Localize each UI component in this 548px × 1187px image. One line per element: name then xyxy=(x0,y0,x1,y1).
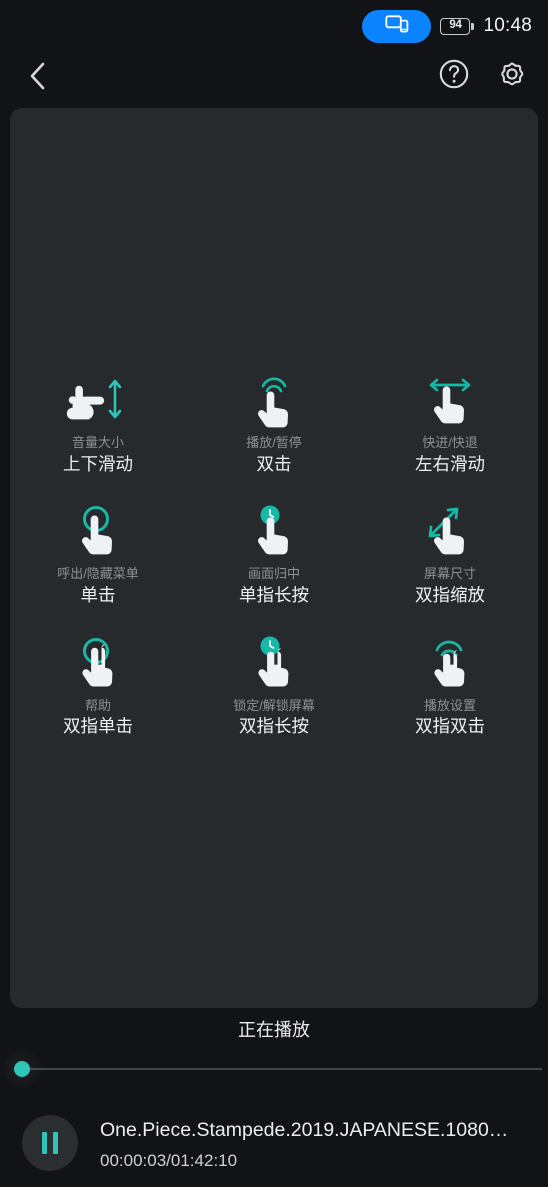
pause-bar-left xyxy=(42,1132,47,1154)
gesture-function-label: 画面归中 xyxy=(248,566,300,583)
gesture-item: 屏幕尺寸 双指缩放 xyxy=(362,501,538,608)
battery-cap xyxy=(471,23,474,30)
track-metadata: One.Piece.Stampede.2019.JAPANESE.1080… 0… xyxy=(100,1116,530,1174)
back-button[interactable] xyxy=(18,58,58,98)
pause-bar-right xyxy=(53,1132,58,1154)
gesture-action-label: 双指缩放 xyxy=(415,583,485,608)
gesture-action-label: 单指长按 xyxy=(239,583,309,608)
pause-icon xyxy=(42,1132,58,1154)
gesture-action-label: 双指双击 xyxy=(415,714,485,739)
gesture-item: 音量大小 上下滑动 xyxy=(10,370,186,477)
gesture-action-label: 双击 xyxy=(257,452,292,477)
status-bar-clock: 10:48 xyxy=(483,15,532,37)
gesture-function-label: 呼出/隐藏菜单 xyxy=(57,566,139,583)
gesture-item: 呼出/隐藏菜单 单击 xyxy=(10,501,186,608)
swipe-vertical-hand-icon xyxy=(61,370,135,432)
seek-track[interactable] xyxy=(22,1068,542,1070)
gesture-function-label: 音量大小 xyxy=(72,435,124,452)
gesture-item: 帮助 双指单击 xyxy=(10,633,186,740)
gesture-action-label: 上下滑动 xyxy=(63,452,133,477)
battery-level-text: 94 xyxy=(449,20,461,32)
top-nav-bar xyxy=(0,52,548,104)
two-finger-tap-hand-icon xyxy=(61,633,135,695)
help-button[interactable] xyxy=(434,56,474,96)
swipe-horizontal-hand-icon xyxy=(413,370,487,432)
settings-button[interactable] xyxy=(492,56,532,96)
battery-body: 94 xyxy=(440,18,470,35)
gesture-item: 锁定/解锁屏幕 双指长按 xyxy=(186,633,362,740)
gesture-action-label: 双指长按 xyxy=(239,714,309,739)
double-tap-hand-icon xyxy=(237,370,311,432)
nav-actions xyxy=(434,56,532,96)
gesture-function-label: 帮助 xyxy=(85,698,111,715)
gesture-function-label: 锁定/解锁屏幕 xyxy=(233,698,315,715)
battery-indicator: 94 xyxy=(440,18,474,35)
gesture-function-label: 屏幕尺寸 xyxy=(424,566,476,583)
player-bar: One.Piece.Stampede.2019.JAPANESE.1080… 0… xyxy=(0,1106,548,1187)
two-finger-long-press-hand-icon xyxy=(237,633,311,695)
back-chevron-icon xyxy=(27,60,49,97)
gesture-action-label: 双指单击 xyxy=(63,714,133,739)
gesture-function-label: 播放设置 xyxy=(424,698,476,715)
track-time: 00:00:03/01:42:10 xyxy=(100,1147,530,1174)
single-tap-hand-icon xyxy=(61,501,135,563)
gesture-grid: 音量大小 上下滑动 播放/暂停 双击 xyxy=(10,370,538,740)
gesture-function-label: 快进/快退 xyxy=(422,435,478,452)
track-title: One.Piece.Stampede.2019.JAPANESE.1080… xyxy=(100,1116,530,1145)
help-circle-icon xyxy=(438,58,470,95)
pinch-zoom-hand-icon xyxy=(413,501,487,563)
pause-button[interactable] xyxy=(22,1115,78,1171)
gesture-action-label: 左右滑动 xyxy=(415,452,485,477)
long-press-hand-icon xyxy=(237,501,311,563)
gesture-item: 快进/快退 左右滑动 xyxy=(362,370,538,477)
status-bar: 94 10:48 xyxy=(0,0,548,52)
now-playing-label: 正在播放 xyxy=(0,1016,548,1042)
gear-icon xyxy=(495,57,529,96)
seek-thumb[interactable] xyxy=(14,1061,30,1077)
gesture-action-label: 单击 xyxy=(81,583,116,608)
gesture-item: 画面归中 单指长按 xyxy=(186,501,362,608)
cast-status-pill[interactable] xyxy=(362,10,431,43)
two-finger-double-tap-hand-icon xyxy=(413,633,487,695)
remote-control-screen: 94 10:48 xyxy=(0,0,548,1187)
gesture-help-card: 音量大小 上下滑动 播放/暂停 双击 xyxy=(10,108,538,1008)
gesture-item: 播放设置 双指双击 xyxy=(362,633,538,740)
seek-bar[interactable] xyxy=(0,1056,548,1082)
gesture-item: 播放/暂停 双击 xyxy=(186,370,362,477)
gesture-function-label: 播放/暂停 xyxy=(246,435,302,452)
cast-screen-mirror-icon xyxy=(385,14,409,39)
